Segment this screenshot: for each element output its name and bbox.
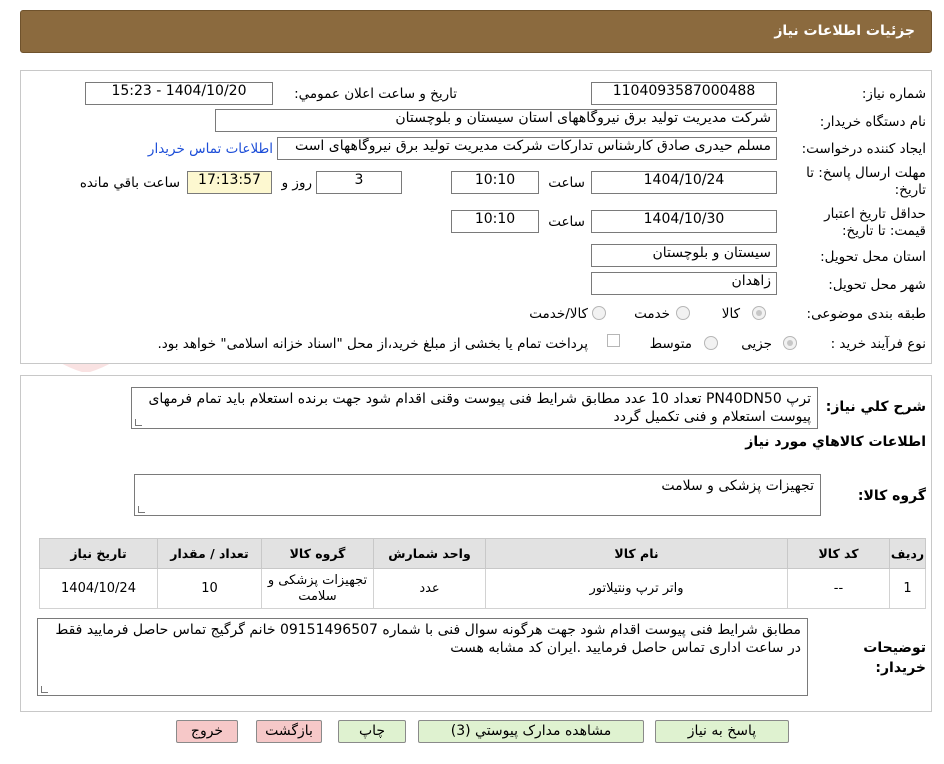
buyer-notes-text: مطابق شرایط فنی پیوست اقدام شود جهت هرگو… [55, 622, 801, 656]
need-number-field: 1104093587000488 [591, 82, 777, 105]
goods-group-textarea[interactable]: تجهیزات پزشکی و سلامت [134, 474, 821, 516]
resize-grip-icon [138, 506, 145, 513]
category-goods-label: کالا [721, 306, 740, 322]
cell-quantity: 10 [157, 568, 262, 609]
province-field: سیستان و بلوچستان [591, 244, 777, 267]
cell-date: 1404/10/24 [39, 568, 158, 609]
buyer-notes-textarea[interactable]: مطابق شرایط فنی پیوست اقدام شود جهت هرگو… [37, 618, 808, 696]
goods-section-title: اطلاعات کالاهاي مورد نياز [745, 434, 926, 450]
validity-time-label: ساعت [548, 214, 585, 230]
goods-table: رديف کد کالا نام کالا واحد شمارش گروه کا… [39, 538, 926, 609]
city-label: شهر محل تحويل: [828, 277, 926, 293]
description-text: ترپ PN40DN50 تعداد 10 عدد مطابق شرایط فن… [148, 391, 811, 425]
category-label: طبقه بندی موضوعی: [806, 306, 926, 322]
deadline-time-label: ساعت [548, 175, 585, 191]
goods-group-text: تجهیزات پزشکی و سلامت [661, 478, 814, 494]
process-radio-minor[interactable] [783, 336, 797, 350]
view-attachments-button[interactable]: مشاهده مدارک پيوستي (3) [418, 720, 644, 743]
deadline-label: مهلت ارسال پاسخ: تا تاريخ: [806, 165, 926, 198]
process-minor-label: جزیی [741, 336, 772, 352]
treasury-payment-checkbox[interactable] [607, 334, 620, 347]
col-header-code: کد کالا [787, 538, 890, 569]
process-label: نوع فرآيند خريد : [830, 336, 926, 352]
print-button[interactable]: چاپ [338, 720, 406, 743]
buyer-org-label: نام دستگاه خريدار: [819, 114, 926, 130]
resize-grip-icon [135, 419, 142, 426]
remaining-time-field: 17:13:57 [187, 171, 272, 194]
cell-code: -- [787, 568, 890, 609]
category-radio-goods-service[interactable] [592, 306, 606, 320]
requester-label: ايجاد کننده درخواست: [801, 141, 926, 157]
announce-label: تاریخ و ساعت اعلان عمومي: [294, 86, 457, 102]
goods-group-label: گروه کالا: [857, 488, 926, 504]
process-radio-medium[interactable] [704, 336, 718, 350]
category-radio-goods[interactable] [752, 306, 766, 320]
goods-table-header: رديف کد کالا نام کالا واحد شمارش گروه کا… [39, 538, 926, 569]
cell-unit: عدد [373, 568, 486, 609]
process-medium-label: متوسط [649, 336, 692, 352]
col-header-unit: واحد شمارش [373, 538, 486, 569]
days-label: روز و [281, 175, 312, 191]
buyer-org-field: شرکت مدیریت تولید برق نیروگاههای استان س… [215, 109, 777, 132]
validity-label: حداقل تاريخ اعتبار قيمت: تا تاريخ: [824, 206, 926, 239]
exit-button[interactable]: خروج [176, 720, 238, 743]
category-goods-service-label: کالا/خدمت [529, 306, 588, 322]
need-number-label: شماره نیاز: [861, 86, 926, 102]
category-service-label: خدمت [634, 306, 670, 322]
col-header-quantity: تعداد / مقدار [157, 538, 262, 569]
page-header: جزئیات اطلاعات نیاز [20, 10, 932, 53]
col-header-name: نام کالا [485, 538, 788, 569]
page-title: جزئیات اطلاعات نیاز [774, 23, 915, 39]
description-label: شرح کلي نياز: [825, 399, 926, 415]
city-field: زاهدان [591, 272, 777, 295]
table-row: 1 -- واتر ترپ ونتیلاتور عدد تجهیزات پزشک… [39, 568, 926, 609]
cell-name: واتر ترپ ونتیلاتور [485, 568, 788, 609]
days-field: 3 [316, 171, 402, 194]
category-radio-service[interactable] [676, 306, 690, 320]
back-button[interactable]: بازگشت [256, 720, 322, 743]
resize-grip-icon [41, 686, 48, 693]
payment-note: پرداخت تمام یا بخشی از مبلغ خرید،از محل … [157, 336, 588, 352]
remaining-label: ساعت باقي مانده [79, 175, 180, 191]
col-header-date: تاريخ نياز [39, 538, 158, 569]
cell-group: تجهیزات پزشکی و سلامت [261, 568, 374, 609]
description-textarea[interactable]: ترپ PN40DN50 تعداد 10 عدد مطابق شرایط فن… [131, 387, 818, 429]
buyer-notes-label: توضيحات خريدار: [863, 640, 926, 676]
validity-date-field: 1404/10/30 [591, 210, 777, 233]
province-label: استان محل تحويل: [820, 249, 926, 265]
buyer-contact-link[interactable]: اطلاعات تماس خريدار [148, 141, 273, 157]
col-header-row: رديف [889, 538, 926, 569]
deadline-time-field: 10:10 [451, 171, 539, 194]
announce-field: 1404/10/20 - 15:23 [85, 82, 273, 105]
deadline-date-field: 1404/10/24 [591, 171, 777, 194]
requester-field: مسلم حیدری صادق کارشناس تدارکات شرکت مدی… [277, 137, 777, 160]
reply-button[interactable]: پاسخ به نياز [655, 720, 789, 743]
validity-time-field: 10:10 [451, 210, 539, 233]
cell-row-number: 1 [889, 568, 926, 609]
col-header-group: گروه کالا [261, 538, 374, 569]
